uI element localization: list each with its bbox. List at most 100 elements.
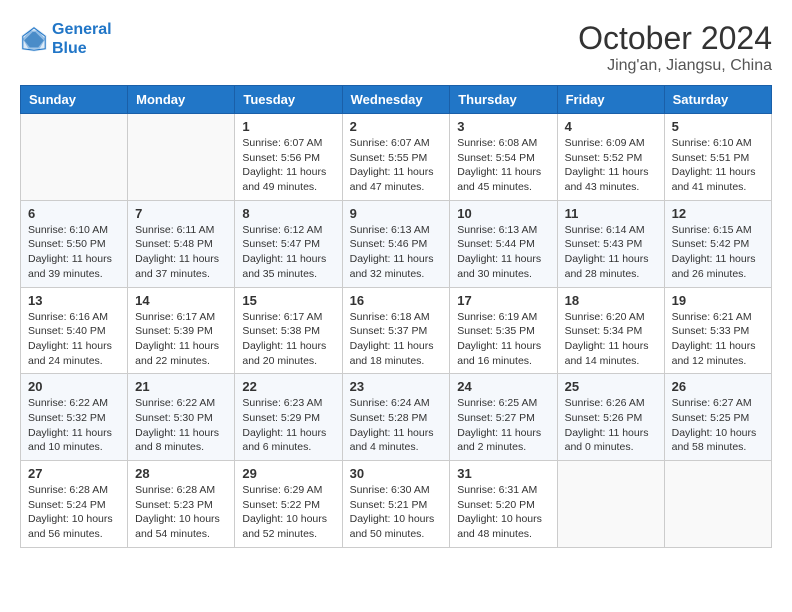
- day-number: 8: [242, 206, 334, 221]
- day-number: 14: [135, 293, 227, 308]
- day-number: 4: [565, 119, 657, 134]
- calendar-cell: 21 Sunrise: 6:22 AMSunset: 5:30 PMDayligh…: [128, 374, 235, 461]
- day-number: 28: [135, 466, 227, 481]
- weekday-header-tuesday: Tuesday: [235, 86, 342, 114]
- title-block: October 2024 Jing'an, Jiangsu, China: [578, 20, 772, 75]
- calendar-cell: 9 Sunrise: 6:13 AMSunset: 5:46 PMDaylight…: [342, 200, 450, 287]
- calendar-cell: [128, 114, 235, 201]
- page-header: General Blue October 2024 Jing'an, Jiang…: [20, 20, 772, 75]
- logo-icon: [20, 25, 48, 53]
- day-info: Sunrise: 6:30 AMSunset: 5:21 PMDaylight:…: [350, 483, 443, 542]
- logo-text: General Blue: [52, 20, 112, 58]
- day-info: Sunrise: 6:28 AMSunset: 5:24 PMDaylight:…: [28, 483, 120, 542]
- day-info: Sunrise: 6:18 AMSunset: 5:37 PMDaylight:…: [350, 310, 443, 369]
- calendar-cell: 18Sunrise: 6:20 AMSunset: 5:34 PMDayligh…: [557, 287, 664, 374]
- calendar-cell: 14 Sunrise: 6:17 AMSunset: 5:39 PMDayligh…: [128, 287, 235, 374]
- calendar-cell: 7 Sunrise: 6:11 AMSunset: 5:48 PMDaylight…: [128, 200, 235, 287]
- day-info: Sunrise: 6:25 AMSunset: 5:27 PMDaylight:…: [457, 396, 549, 455]
- day-number: 11: [565, 206, 657, 221]
- day-info: Sunrise: 6:17 AMSunset: 5:39 PMDaylight:…: [135, 310, 227, 369]
- calendar-cell: 22 Sunrise: 6:23 AMSunset: 5:29 PMDayligh…: [235, 374, 342, 461]
- calendar-cell: 5Sunrise: 6:10 AMSunset: 5:51 PMDaylight…: [664, 114, 771, 201]
- calendar-cell: 27 Sunrise: 6:28 AMSunset: 5:24 PMDayligh…: [21, 461, 128, 548]
- day-info: Sunrise: 6:23 AMSunset: 5:29 PMDaylight:…: [242, 396, 334, 455]
- day-info: Sunrise: 6:13 AMSunset: 5:44 PMDaylight:…: [457, 223, 549, 282]
- day-info: Sunrise: 6:21 AMSunset: 5:33 PMDaylight:…: [672, 310, 764, 369]
- day-info: Sunrise: 6:31 AMSunset: 5:20 PMDaylight:…: [457, 483, 549, 542]
- day-number: 2: [350, 119, 443, 134]
- day-number: 25: [565, 379, 657, 394]
- calendar-cell: 3 Sunrise: 6:08 AMSunset: 5:54 PMDaylight…: [450, 114, 557, 201]
- day-number: 27: [28, 466, 120, 481]
- day-number: 22: [242, 379, 334, 394]
- location: Jing'an, Jiangsu, China: [578, 57, 772, 75]
- day-info: Sunrise: 6:22 AMSunset: 5:32 PMDaylight:…: [28, 396, 120, 455]
- day-info: Sunrise: 6:13 AMSunset: 5:46 PMDaylight:…: [350, 223, 443, 282]
- weekday-header-thursday: Thursday: [450, 86, 557, 114]
- day-info: Sunrise: 6:29 AMSunset: 5:22 PMDaylight:…: [242, 483, 334, 542]
- week-row-1: 1 Sunrise: 6:07 AMSunset: 5:56 PMDaylight…: [21, 114, 772, 201]
- day-number: 23: [350, 379, 443, 394]
- day-number: 19: [672, 293, 764, 308]
- calendar-cell: 1 Sunrise: 6:07 AMSunset: 5:56 PMDaylight…: [235, 114, 342, 201]
- day-info: Sunrise: 6:15 AMSunset: 5:42 PMDaylight:…: [672, 223, 764, 282]
- day-number: 9: [350, 206, 443, 221]
- day-number: 17: [457, 293, 549, 308]
- calendar-cell: 13 Sunrise: 6:16 AMSunset: 5:40 PMDayligh…: [21, 287, 128, 374]
- day-info: Sunrise: 6:10 AMSunset: 5:50 PMDaylight:…: [28, 223, 120, 282]
- day-number: 13: [28, 293, 120, 308]
- day-number: 1: [242, 119, 334, 134]
- day-info: Sunrise: 6:11 AMSunset: 5:48 PMDaylight:…: [135, 223, 227, 282]
- day-number: 3: [457, 119, 549, 134]
- day-number: 12: [672, 206, 764, 221]
- calendar-cell: 2 Sunrise: 6:07 AMSunset: 5:55 PMDaylight…: [342, 114, 450, 201]
- calendar-cell: 30 Sunrise: 6:30 AMSunset: 5:21 PMDayligh…: [342, 461, 450, 548]
- calendar-cell: 25 Sunrise: 6:26 AMSunset: 5:26 PMDayligh…: [557, 374, 664, 461]
- weekday-header-friday: Friday: [557, 86, 664, 114]
- weekday-header-monday: Monday: [128, 86, 235, 114]
- day-info: Sunrise: 6:16 AMSunset: 5:40 PMDaylight:…: [28, 310, 120, 369]
- day-info: Sunrise: 6:10 AMSunset: 5:51 PMDaylight:…: [672, 136, 764, 195]
- logo: General Blue: [20, 20, 112, 58]
- weekday-header-saturday: Saturday: [664, 86, 771, 114]
- calendar-cell: 29Sunrise: 6:29 AMSunset: 5:22 PMDayligh…: [235, 461, 342, 548]
- calendar-cell: 24Sunrise: 6:25 AMSunset: 5:27 PMDayligh…: [450, 374, 557, 461]
- week-row-2: 6 Sunrise: 6:10 AMSunset: 5:50 PMDaylight…: [21, 200, 772, 287]
- day-info: Sunrise: 6:08 AMSunset: 5:54 PMDaylight:…: [457, 136, 549, 195]
- calendar-cell: 19 Sunrise: 6:21 AMSunset: 5:33 PMDayligh…: [664, 287, 771, 374]
- weekday-header-sunday: Sunday: [21, 86, 128, 114]
- calendar-cell: 17 Sunrise: 6:19 AMSunset: 5:35 PMDayligh…: [450, 287, 557, 374]
- day-number: 16: [350, 293, 443, 308]
- day-info: Sunrise: 6:07 AMSunset: 5:55 PMDaylight:…: [350, 136, 443, 195]
- day-number: 30: [350, 466, 443, 481]
- month-title: October 2024: [578, 20, 772, 57]
- day-info: Sunrise: 6:22 AMSunset: 5:30 PMDaylight:…: [135, 396, 227, 455]
- calendar-cell: 6 Sunrise: 6:10 AMSunset: 5:50 PMDaylight…: [21, 200, 128, 287]
- calendar-cell: 20 Sunrise: 6:22 AMSunset: 5:32 PMDayligh…: [21, 374, 128, 461]
- day-info: Sunrise: 6:19 AMSunset: 5:35 PMDaylight:…: [457, 310, 549, 369]
- day-info: Sunrise: 6:07 AMSunset: 5:56 PMDaylight:…: [242, 136, 334, 195]
- weekday-header-wednesday: Wednesday: [342, 86, 450, 114]
- calendar-cell: 4Sunrise: 6:09 AMSunset: 5:52 PMDaylight…: [557, 114, 664, 201]
- day-number: 21: [135, 379, 227, 394]
- weekday-header-row: SundayMondayTuesdayWednesdayThursdayFrid…: [21, 86, 772, 114]
- day-number: 6: [28, 206, 120, 221]
- day-info: Sunrise: 6:14 AMSunset: 5:43 PMDaylight:…: [565, 223, 657, 282]
- calendar: SundayMondayTuesdayWednesdayThursdayFrid…: [20, 85, 772, 548]
- week-row-3: 13 Sunrise: 6:16 AMSunset: 5:40 PMDayligh…: [21, 287, 772, 374]
- calendar-cell: 8Sunrise: 6:12 AMSunset: 5:47 PMDaylight…: [235, 200, 342, 287]
- day-info: Sunrise: 6:20 AMSunset: 5:34 PMDaylight:…: [565, 310, 657, 369]
- calendar-cell: 23 Sunrise: 6:24 AMSunset: 5:28 PMDayligh…: [342, 374, 450, 461]
- day-number: 26: [672, 379, 764, 394]
- day-number: 20: [28, 379, 120, 394]
- day-number: 7: [135, 206, 227, 221]
- day-info: Sunrise: 6:24 AMSunset: 5:28 PMDaylight:…: [350, 396, 443, 455]
- day-info: Sunrise: 6:26 AMSunset: 5:26 PMDaylight:…: [565, 396, 657, 455]
- calendar-cell: [21, 114, 128, 201]
- week-row-5: 27 Sunrise: 6:28 AMSunset: 5:24 PMDayligh…: [21, 461, 772, 548]
- day-info: Sunrise: 6:28 AMSunset: 5:23 PMDaylight:…: [135, 483, 227, 542]
- week-row-4: 20 Sunrise: 6:22 AMSunset: 5:32 PMDayligh…: [21, 374, 772, 461]
- day-info: Sunrise: 6:17 AMSunset: 5:38 PMDaylight:…: [242, 310, 334, 369]
- calendar-cell: [664, 461, 771, 548]
- calendar-cell: 31Sunrise: 6:31 AMSunset: 5:20 PMDayligh…: [450, 461, 557, 548]
